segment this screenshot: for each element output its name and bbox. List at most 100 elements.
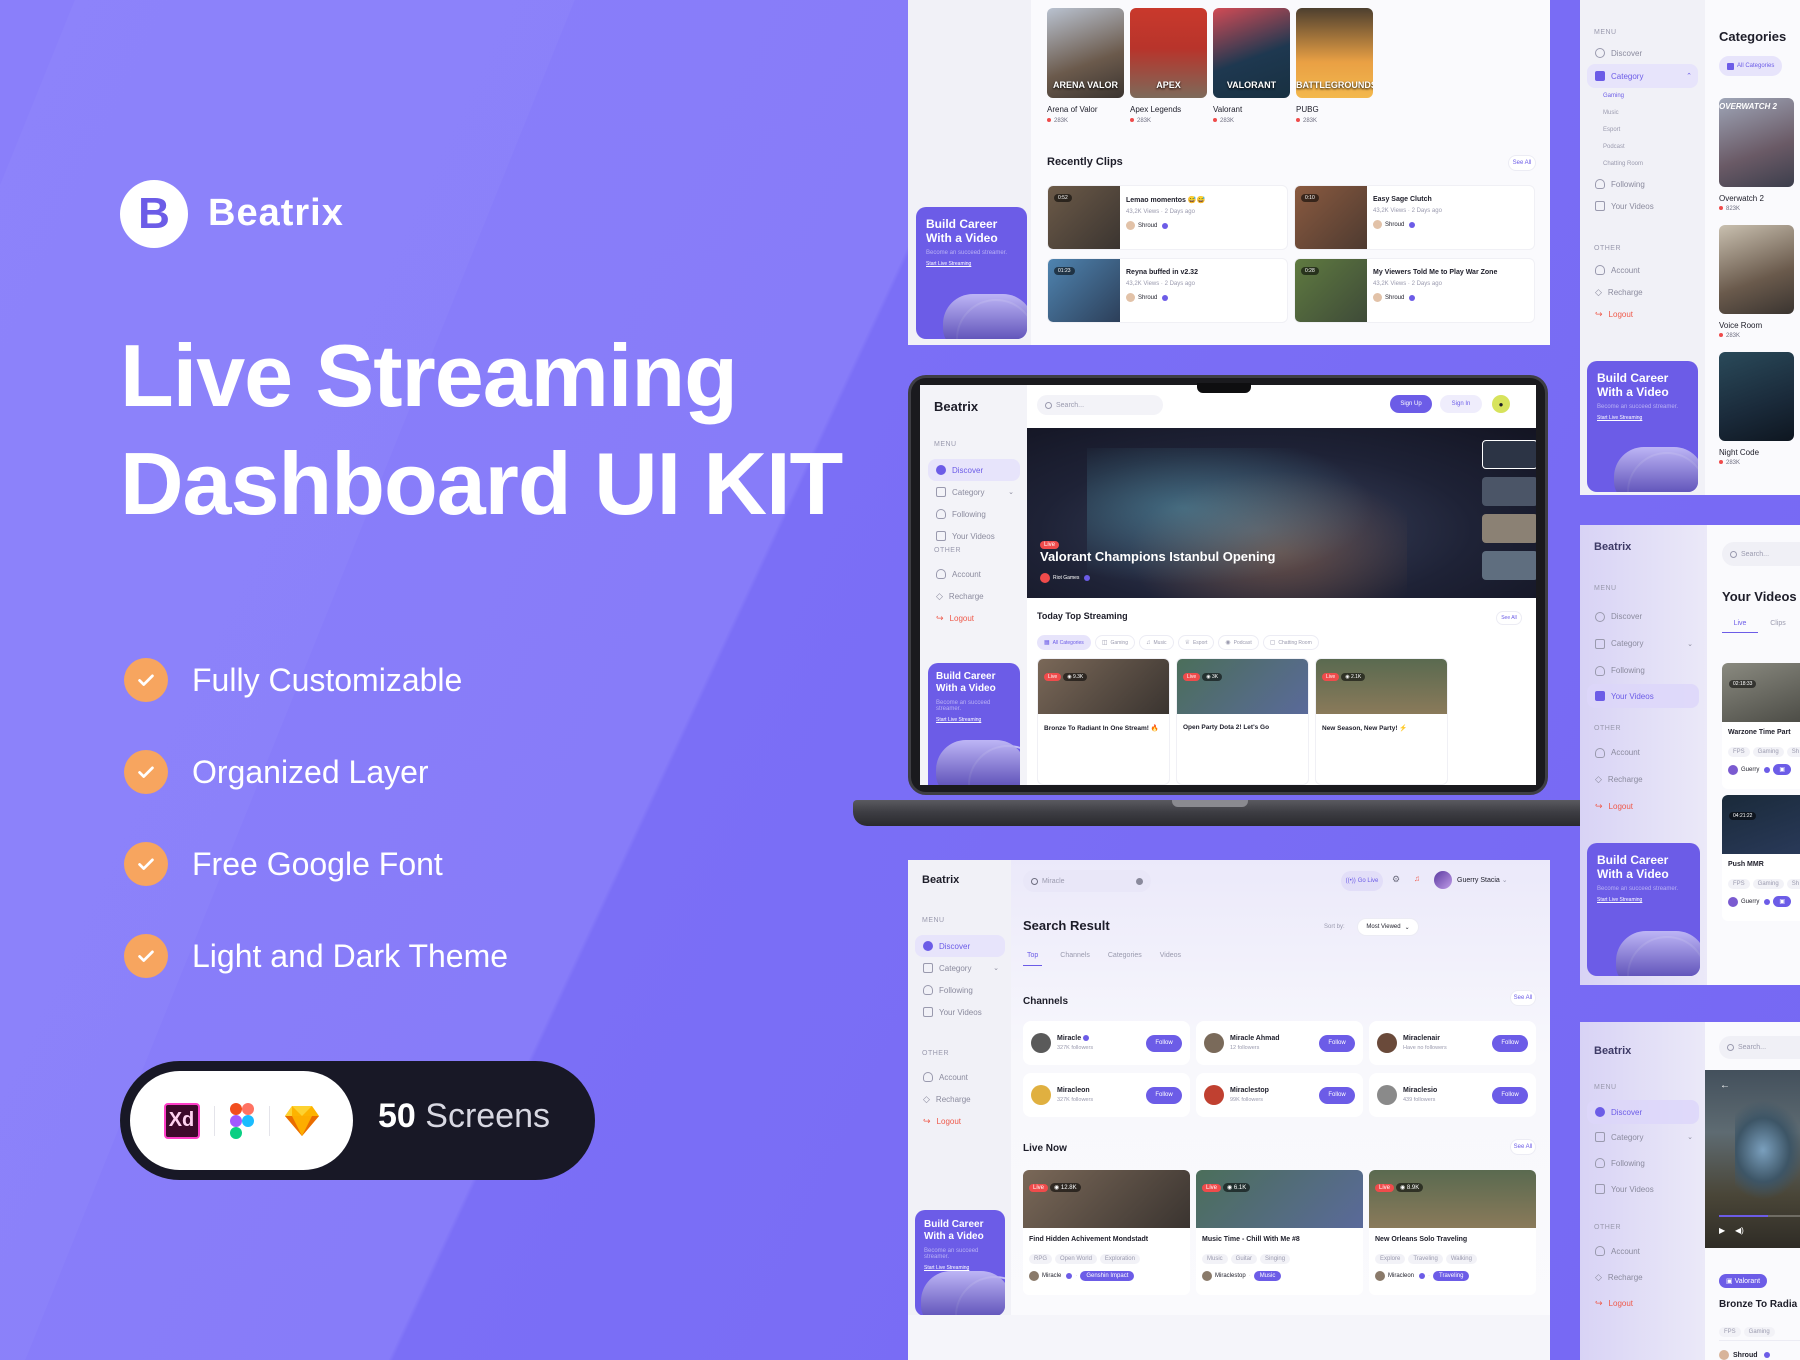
- search-input[interactable]: Search...: [1037, 395, 1163, 415]
- clip-card[interactable]: 0:52 Lemao momentos 😅😅 43,2K Views · 2 Day…: [1047, 185, 1288, 250]
- see-all-button[interactable]: See All: [1508, 155, 1536, 171]
- sidebar-item-category[interactable]: Category ⌄: [1587, 1124, 1699, 1150]
- chip-chatting-room[interactable]: ▢ Chatting Room: [1262, 635, 1319, 650]
- see-all-button[interactable]: See All: [1496, 611, 1522, 625]
- search-input[interactable]: Search...: [1722, 542, 1800, 566]
- tag[interactable]: Singing: [1260, 1254, 1291, 1264]
- chip-gaming[interactable]: ◫ Gaming: [1094, 635, 1135, 650]
- sidebar-item-category[interactable]: Category ⌃: [1587, 64, 1698, 88]
- clip-author[interactable]: Shroud: [1126, 221, 1205, 230]
- live-card[interactable]: Live ◉ 6.1K Music Time - Chill With Me #8 M…: [1196, 1170, 1363, 1295]
- tab-categories[interactable]: Categories: [1108, 952, 1142, 966]
- clip-author[interactable]: Shroud: [1126, 293, 1198, 302]
- sidebar-item-your-videos[interactable]: Your Videos: [1587, 684, 1699, 708]
- chip-music[interactable]: ♫ Music: [1139, 635, 1174, 650]
- author-name[interactable]: Guerry: [1741, 767, 1759, 773]
- sidebar-item-logout[interactable]: ↪ Logout: [1587, 303, 1698, 325]
- author-name[interactable]: Guerry: [1741, 899, 1759, 905]
- follow-button[interactable]: Follow: [1146, 1086, 1182, 1104]
- follow-button[interactable]: Follow: [1319, 1086, 1355, 1104]
- settings-icon[interactable]: ⚙: [1392, 874, 1400, 885]
- sidebar-item-logout[interactable]: ↪ Logout: [928, 607, 1020, 629]
- sidebar-item-your-videos[interactable]: Your Videos: [915, 1001, 1005, 1023]
- chip-all-categories[interactable]: All Categories: [1719, 56, 1783, 76]
- sidebar-item-discover[interactable]: Discover: [1587, 603, 1699, 630]
- clip-card[interactable]: 01:23 Reyna buffed in v2.32 43,2K Views · …: [1047, 258, 1288, 323]
- submenu-item-gaming[interactable]: Gaming: [1603, 88, 1698, 105]
- submenu-item-podcast[interactable]: Podcast: [1603, 139, 1698, 156]
- tag[interactable]: Music: [1202, 1254, 1228, 1264]
- hero-thumbnail[interactable]: [1482, 551, 1536, 580]
- tag[interactable]: Explore: [1375, 1254, 1406, 1264]
- channel-card[interactable]: Miracleon 327K followers Follow: [1023, 1073, 1190, 1117]
- hero-banner[interactable]: Live Valorant Champions Istanbul Opening…: [1027, 428, 1536, 598]
- submenu-item-music[interactable]: Music: [1603, 105, 1698, 122]
- sign-up-button[interactable]: Sign Up: [1390, 395, 1432, 413]
- progress-track[interactable]: [1719, 1215, 1800, 1217]
- category-tag[interactable]: ▣ Valorant: [1719, 1274, 1768, 1288]
- hero-channel[interactable]: Riot Games: [1040, 573, 1091, 583]
- sidebar-item-logout[interactable]: ↪ Logout: [1587, 793, 1699, 820]
- tag[interactable]: Guitar: [1230, 1254, 1258, 1264]
- tab-videos[interactable]: Videos: [1160, 952, 1181, 966]
- sidebar-item-logout[interactable]: ↪ Logout: [1587, 1290, 1699, 1316]
- start-streaming-link[interactable]: Start Live Streaming: [1597, 415, 1688, 421]
- game-card[interactable]: ARENA VALOR Arena of Valor 283K: [1047, 8, 1124, 124]
- search-input[interactable]: Miracle: [1023, 870, 1151, 892]
- sidebar-item-following[interactable]: Following: [1587, 1150, 1699, 1176]
- category-tag[interactable]: ▣: [1773, 896, 1792, 907]
- video-player[interactable]: ← ▶ ◀): [1705, 1070, 1800, 1248]
- sidebar-item-following[interactable]: Following: [928, 503, 1020, 525]
- tag[interactable]: Exploration: [1099, 1254, 1140, 1264]
- tab-top[interactable]: Top: [1023, 952, 1043, 966]
- category-card[interactable]: Voice Room 283K: [1719, 225, 1799, 339]
- go-live-button[interactable]: ((•)) Go Live: [1341, 871, 1383, 891]
- sidebar-item-account[interactable]: Account: [915, 1066, 1005, 1088]
- game-card[interactable]: BATTLEGROUNDS PUBG 283K: [1296, 8, 1373, 124]
- sidebar-item-your-videos[interactable]: Your Videos: [1587, 1176, 1699, 1202]
- tag[interactable]: Walking: [1445, 1254, 1477, 1264]
- live-card[interactable]: Live ◉ 8.9K New Orleans Solo Traveling Expl…: [1369, 1170, 1536, 1295]
- video-card[interactable]: 04:21:22 Push MMR FPS Gaming Sh Guerry ▣: [1722, 795, 1800, 921]
- category-tag[interactable]: Music: [1253, 1271, 1282, 1281]
- see-all-button[interactable]: See All: [1510, 1139, 1536, 1155]
- channel-card[interactable]: Miracle Ahmad 12 followers Follow: [1196, 1021, 1363, 1065]
- clip-author[interactable]: Shroud: [1373, 293, 1497, 302]
- sidebar-item-discover[interactable]: Discover: [1587, 1100, 1699, 1124]
- start-streaming-link[interactable]: Start Live Streaming: [1597, 897, 1690, 903]
- submenu-item-chatting-room[interactable]: Chatting Room: [1603, 156, 1698, 173]
- sidebar-item-discover[interactable]: Discover: [1587, 42, 1698, 64]
- chip-podcast[interactable]: ◉ Podcast: [1218, 635, 1259, 650]
- sort-dropdown[interactable]: Most Viewed ⌄: [1357, 918, 1419, 936]
- sidebar-item-category[interactable]: Category ⌄: [915, 957, 1005, 979]
- back-arrow-icon[interactable]: ←: [1720, 1080, 1730, 1091]
- clear-icon[interactable]: [1136, 877, 1143, 885]
- sidebar-item-account[interactable]: Account: [1587, 739, 1699, 766]
- tag[interactable]: Open World: [1055, 1254, 1097, 1264]
- bell-icon[interactable]: ♫: [1414, 874, 1420, 883]
- sidebar-item-discover[interactable]: Discover: [928, 459, 1020, 481]
- author-name[interactable]: Miracle: [1042, 1273, 1061, 1279]
- sidebar-item-your-videos[interactable]: Your Videos: [1587, 195, 1698, 217]
- game-card[interactable]: APEX Apex Legends 283K: [1130, 8, 1207, 124]
- avatar[interactable]: [1434, 871, 1452, 889]
- sidebar-item-recharge[interactable]: ◇ Recharge: [915, 1088, 1005, 1110]
- author-name[interactable]: Miraclestop: [1215, 1273, 1246, 1279]
- hero-thumbnail[interactable]: [1482, 477, 1536, 506]
- sidebar-item-recharge[interactable]: ◇ Recharge: [928, 585, 1020, 607]
- sidebar-item-account[interactable]: Account: [928, 563, 1020, 585]
- stream-card[interactable]: Live ◉ 2.1K New Season, New Party! ⚡: [1315, 658, 1448, 785]
- start-streaming-link[interactable]: Start Live Streaming: [926, 261, 1017, 267]
- chip-esport[interactable]: ♕ Esport: [1177, 635, 1215, 650]
- follow-button[interactable]: Follow: [1492, 1034, 1528, 1052]
- clip-card[interactable]: 0:28 My Viewers Told Me to Play War Zone 4…: [1294, 258, 1535, 323]
- sidebar-item-recharge[interactable]: ◇ Recharge: [1587, 281, 1698, 303]
- avatar[interactable]: ●: [1492, 395, 1510, 413]
- tab-clips[interactable]: Clips: [1758, 620, 1798, 633]
- hero-thumbnail[interactable]: [1482, 440, 1536, 469]
- author-name[interactable]: Miracleon: [1388, 1273, 1414, 1279]
- live-card[interactable]: Live ◉ 12.8K Find Hidden Achivement Mondst…: [1023, 1170, 1190, 1295]
- search-input[interactable]: Search...: [1719, 1036, 1800, 1059]
- hero-thumbnail[interactable]: [1482, 514, 1536, 543]
- tab-channels[interactable]: Channels: [1060, 952, 1090, 966]
